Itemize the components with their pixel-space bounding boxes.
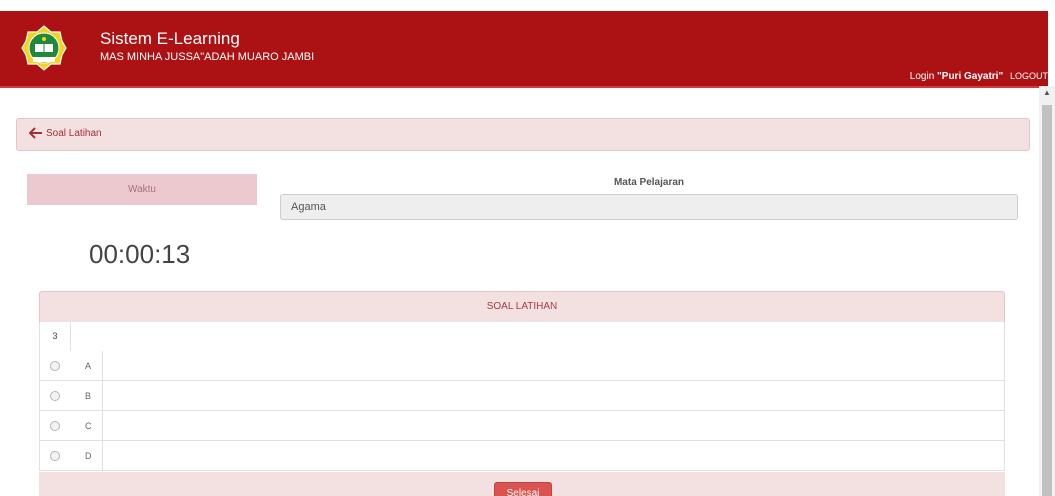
scroll-up-arrow-icon[interactable]: ▲ [1039, 86, 1055, 100]
site-subtitle: MAS MINHA JUSSA"ADAH MUARO JAMBI [100, 51, 315, 63]
question-row: 3 [39, 322, 1005, 352]
question-number: 3 [40, 322, 71, 351]
option-label-d: D [85, 451, 92, 461]
quiz-panel-title: SOAL LATIHAN [39, 291, 1005, 323]
quiz-panel-footer: Selesai [39, 472, 1005, 496]
logout-link[interactable]: LOGOUT [1010, 71, 1048, 81]
option-label-b: B [85, 391, 92, 401]
login-prefix: Login [909, 71, 935, 82]
school-logo-icon [21, 25, 67, 71]
option-radio-a[interactable] [50, 361, 60, 371]
option-radio-d[interactable] [50, 451, 60, 461]
subject-field: Agama [280, 194, 1018, 220]
login-user: "Puri Gayatri" [937, 71, 1004, 82]
option-row-c[interactable]: C [39, 411, 1005, 441]
login-info: Login "Puri Gayatri" LOGOUT [910, 71, 1048, 82]
timer-value: 00:00:13 [89, 239, 191, 269]
quiz-panel: SOAL LATIHAN 3 A B C D Selesai [39, 291, 1005, 496]
option-radio-c[interactable] [50, 421, 60, 431]
breadcrumb: Soal Latihan [16, 118, 1030, 151]
option-radio-b[interactable] [50, 391, 60, 401]
arrow-left-icon[interactable] [29, 127, 43, 139]
option-label-c: C [85, 421, 92, 431]
app-header: Sistem E-Learning MAS MINHA JUSSA"ADAH M… [0, 11, 1048, 88]
option-row-d[interactable]: D [39, 441, 1005, 471]
vertical-scrollbar[interactable]: ▲ [1039, 86, 1055, 496]
site-title: Sistem E-Learning [100, 29, 240, 48]
option-label-a: A [85, 361, 92, 371]
option-row-b[interactable]: B [39, 381, 1005, 411]
breadcrumb-link-soal-latihan[interactable]: Soal Latihan [46, 128, 102, 139]
timer-label: Waktu [27, 174, 257, 205]
finish-button[interactable]: Selesai [494, 482, 552, 496]
option-row-a[interactable]: A [39, 351, 1005, 381]
scroll-thumb[interactable] [1042, 105, 1052, 496]
subject-label: Mata Pelajaran [613, 177, 685, 188]
